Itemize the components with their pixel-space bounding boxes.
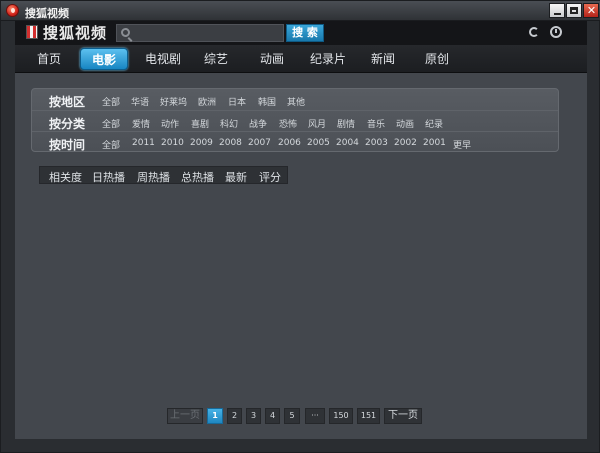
app-header: 搜狐视频 搜 索 xyxy=(15,21,587,45)
filter-option[interactable]: 剧情 xyxy=(337,117,355,130)
sort-option[interactable]: 周热播 xyxy=(137,169,170,185)
page-button[interactable]: 5 xyxy=(284,408,300,424)
filter-row-region: 按地区 全部 华语 好莱坞 欧洲 日本 韩国 其他 xyxy=(32,89,558,110)
sort-option[interactable]: 总热播 xyxy=(181,169,214,185)
filter-label-time: 按时间 xyxy=(49,138,86,152)
tab-original[interactable]: 原创 xyxy=(412,48,462,70)
tab-animation[interactable]: 动画 xyxy=(247,48,297,70)
minimize-icon xyxy=(554,13,561,15)
brand-title: 搜狐视频 xyxy=(43,24,108,42)
page-ellipsis: ··· xyxy=(305,408,325,424)
page-button[interactable]: 151 xyxy=(357,408,380,424)
filter-label-category: 按分类 xyxy=(49,117,86,131)
sohu-app-icon xyxy=(6,4,19,17)
filter-option[interactable]: 动作 xyxy=(161,117,179,130)
maximize-button[interactable] xyxy=(566,3,582,18)
search-button[interactable]: 搜 索 xyxy=(286,24,324,42)
sort-option[interactable]: 评分 xyxy=(259,169,281,185)
page-button[interactable]: 4 xyxy=(265,408,280,424)
filter-option[interactable]: 2001 xyxy=(423,138,446,148)
filter-option[interactable]: 全部 xyxy=(102,138,120,151)
page-button[interactable]: 1 xyxy=(207,408,223,424)
pagination: 上一页 1 2 3 4 5 ··· 150 151 下一页 xyxy=(15,408,587,424)
filter-option[interactable]: 2006 xyxy=(278,138,301,148)
search-box[interactable] xyxy=(116,24,284,42)
title-bar[interactable]: 搜狐视频 ✕ xyxy=(1,1,600,21)
close-button[interactable]: ✕ xyxy=(583,3,599,18)
tab-home[interactable]: 首页 xyxy=(23,48,75,70)
filter-row-category: 按分类 全部 爱情 动作 喜剧 科幻 战争 恐怖 风月 剧情 音乐 动画 纪录 xyxy=(32,110,558,131)
filter-option[interactable]: 好莱坞 xyxy=(160,95,187,108)
sort-option[interactable]: 最新 xyxy=(225,169,247,185)
app-window: 搜狐视频 ✕ 搜狐视频 搜 索 首页 电影 电视剧 综艺 动画 纪录片 新闻 原… xyxy=(0,0,600,453)
filter-option[interactable]: 喜剧 xyxy=(191,117,209,130)
filter-option[interactable]: 2003 xyxy=(365,138,388,148)
filter-option[interactable]: 2002 xyxy=(394,138,417,148)
minimize-button[interactable] xyxy=(549,3,565,18)
filter-option[interactable]: 2007 xyxy=(248,138,271,148)
film-logo-icon xyxy=(26,25,38,39)
sort-option[interactable]: 相关度 xyxy=(49,169,82,185)
tab-news[interactable]: 新闻 xyxy=(358,48,408,70)
sort-bar: 相关度 日热播 周热播 总热播 最新 评分 xyxy=(39,166,288,184)
filter-option[interactable]: 战争 xyxy=(249,117,267,130)
filter-option[interactable]: 纪录 xyxy=(425,117,443,130)
next-page-button[interactable]: 下一页 xyxy=(384,408,422,424)
filter-option[interactable]: 爱情 xyxy=(132,117,150,130)
search-icon xyxy=(121,28,130,37)
tab-variety[interactable]: 综艺 xyxy=(191,48,241,70)
filter-option[interactable]: 全部 xyxy=(102,117,120,130)
nav-tabs: 首页 电影 电视剧 综艺 动画 纪录片 新闻 原创 xyxy=(15,45,587,73)
close-icon: ✕ xyxy=(586,4,597,17)
prev-page-button[interactable]: 上一页 xyxy=(167,408,203,424)
page-button[interactable]: 150 xyxy=(329,408,353,424)
filter-option[interactable]: 音乐 xyxy=(367,117,385,130)
filter-option[interactable]: 2010 xyxy=(161,138,184,148)
page-button[interactable]: 3 xyxy=(246,408,261,424)
filter-label-region: 按地区 xyxy=(49,95,86,109)
refresh-icon[interactable] xyxy=(529,27,539,37)
filter-option[interactable]: 全部 xyxy=(102,95,120,108)
filter-option[interactable]: 日本 xyxy=(228,95,246,108)
filter-option[interactable]: 2005 xyxy=(307,138,330,148)
filter-option[interactable]: 韩国 xyxy=(258,95,276,108)
filter-row-time: 按时间 全部 2011 2010 2009 2008 2007 2006 200… xyxy=(32,131,558,152)
filter-option[interactable]: 风月 xyxy=(308,117,326,130)
history-clock-icon[interactable] xyxy=(550,26,562,38)
tab-tv-series[interactable]: 电视剧 xyxy=(135,48,191,70)
tab-documentary[interactable]: 纪录片 xyxy=(298,48,358,70)
window-title: 搜狐视频 xyxy=(25,7,69,20)
filter-option[interactable]: 欧洲 xyxy=(198,95,216,108)
filter-option[interactable]: 更早 xyxy=(453,138,471,151)
maximize-icon xyxy=(570,7,578,14)
sort-option[interactable]: 日热播 xyxy=(92,169,125,185)
tab-movies[interactable]: 电影 xyxy=(80,48,128,70)
filter-option[interactable]: 其他 xyxy=(287,95,305,108)
filter-option[interactable]: 2008 xyxy=(219,138,242,148)
filter-option[interactable]: 恐怖 xyxy=(279,117,297,130)
filter-option[interactable]: 动画 xyxy=(396,117,414,130)
filter-panel: 按地区 全部 华语 好莱坞 欧洲 日本 韩国 其他 按分类 全部 爱情 动作 喜… xyxy=(31,88,559,152)
search-input[interactable] xyxy=(135,26,280,40)
filter-option[interactable]: 2009 xyxy=(190,138,213,148)
filter-option[interactable]: 2004 xyxy=(336,138,359,148)
main-content: 按地区 全部 华语 好莱坞 欧洲 日本 韩国 其他 按分类 全部 爱情 动作 喜… xyxy=(15,73,587,439)
filter-option[interactable]: 科幻 xyxy=(220,117,238,130)
page-button[interactable]: 2 xyxy=(227,408,242,424)
filter-option[interactable]: 华语 xyxy=(131,95,149,108)
filter-option[interactable]: 2011 xyxy=(132,138,155,148)
